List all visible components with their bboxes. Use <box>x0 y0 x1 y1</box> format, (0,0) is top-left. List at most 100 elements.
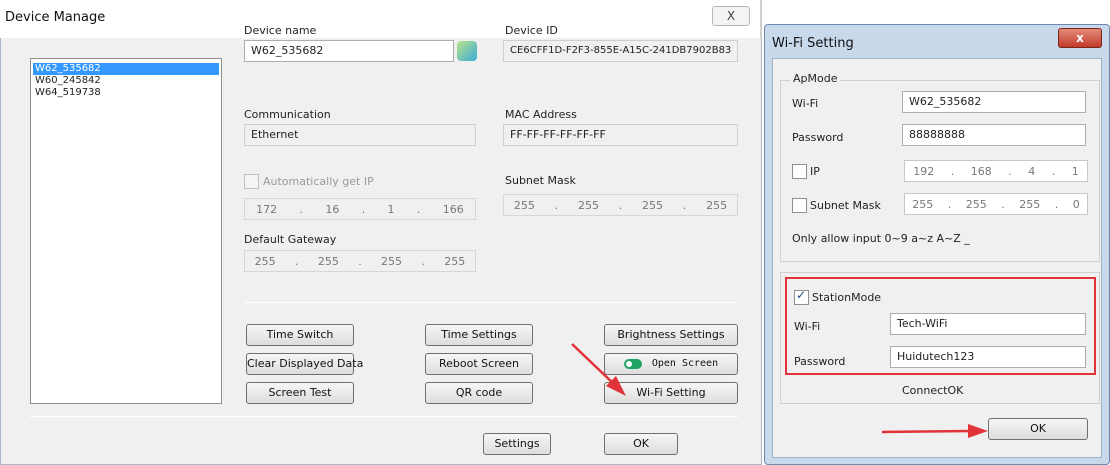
station-wifi-label: Wi-Fi <box>794 320 821 333</box>
device-manage-title: Device Manage <box>5 10 106 25</box>
window-edge <box>760 0 762 38</box>
ap-subnet-octet: 0 <box>1072 197 1080 211</box>
wifi-setting-title: Wi-Fi Setting <box>772 36 854 51</box>
wifi-setting-close-button[interactable]: x <box>1058 28 1102 48</box>
ap-subnet-label: Subnet Mask <box>810 199 881 212</box>
station-password-input[interactable]: Huidutech123 <box>890 346 1086 368</box>
reboot-screen-button[interactable]: Reboot Screen <box>425 353 533 375</box>
ip-dot: . <box>618 198 623 212</box>
ap-subnet-checkbox[interactable] <box>792 198 807 213</box>
ip-octet: 16 <box>325 202 340 216</box>
device-list-item[interactable]: W62_535682 <box>33 63 219 75</box>
ap-ip-octet: 4 <box>1028 164 1036 178</box>
ap-subnet-checkbox-row[interactable]: Subnet Mask <box>792 198 881 213</box>
ip-dot: . <box>421 254 425 268</box>
ap-wifi-label: Wi-Fi <box>792 97 819 110</box>
gateway-octet: 255 <box>444 254 466 268</box>
connection-status-text: ConnectOK <box>902 384 964 397</box>
annotation-arrow-icon <box>880 420 990 442</box>
default-gateway-label: Default Gateway <box>244 233 337 246</box>
ap-ip-checkbox-row[interactable]: IP <box>792 164 820 179</box>
subnet-octet: 255 <box>706 198 728 212</box>
ip-octet: 1 <box>387 202 395 216</box>
station-password-label: Password <box>794 355 846 368</box>
ip-octet: 166 <box>442 202 464 216</box>
device-manage-ok-button[interactable]: OK <box>604 433 678 455</box>
ip-dot: . <box>358 254 362 268</box>
separator <box>244 302 738 303</box>
device-name-label: Device name <box>244 24 317 37</box>
ap-subnet-octet: 255 <box>1019 197 1041 211</box>
auto-ip-checkbox-row[interactable]: Automatically get IP <box>244 174 374 189</box>
device-manage-close-button[interactable]: X <box>712 6 750 26</box>
ap-ip-label: IP <box>810 165 820 178</box>
subnet-octet: 255 <box>642 198 664 212</box>
screen-test-button[interactable]: Screen Test <box>246 382 354 404</box>
ap-wifi-input[interactable]: W62_535682 <box>902 91 1086 113</box>
subnet-octet: 255 <box>513 198 535 212</box>
ip-dot: . <box>1008 164 1012 178</box>
wifi-setting-ok-button[interactable]: OK <box>988 418 1088 440</box>
ip-dot: . <box>295 254 299 268</box>
ip-dot: . <box>682 198 687 212</box>
ip-dot: . <box>361 202 366 216</box>
device-list-item[interactable]: W60_245842 <box>33 75 101 87</box>
ap-subnet-octet: 255 <box>912 197 934 211</box>
close-icon: x <box>1076 31 1084 45</box>
ap-ip-octet: 192 <box>913 164 935 178</box>
ip-octet: 172 <box>256 202 278 216</box>
communication-label: Communication <box>244 108 331 121</box>
station-wifi-input[interactable]: Tech-WiFi <box>890 313 1086 335</box>
ip-dot: . <box>947 197 952 211</box>
input-hint-text: Only allow input 0~9 a~z A~Z _ <box>792 232 970 245</box>
ap-ip-octet: 1 <box>1071 164 1079 178</box>
auto-ip-checkbox[interactable] <box>244 174 259 189</box>
ip-dot: . <box>950 164 955 178</box>
ip-dot: . <box>299 202 304 216</box>
apmode-label: ApMode <box>790 72 841 85</box>
ip-dot: . <box>1054 197 1059 211</box>
qr-code-button[interactable]: QR code <box>425 382 533 404</box>
ip-dot: . <box>416 202 421 216</box>
time-settings-button[interactable]: Time Settings <box>425 324 533 346</box>
communication-field: Ethernet <box>244 124 476 146</box>
time-switch-button[interactable]: Time Switch <box>246 324 354 346</box>
ap-password-label: Password <box>792 131 844 144</box>
device-name-input[interactable]: W62_535682 <box>244 40 454 62</box>
default-gateway-field: 255. 255. 255. 255 <box>244 250 476 272</box>
ap-password-input[interactable]: 88888888 <box>902 124 1086 146</box>
stationmode-label: StationMode <box>812 291 882 304</box>
ap-ip-octet: 168 <box>970 164 992 178</box>
device-id-label: Device ID <box>505 24 558 37</box>
stationmode-checkbox[interactable] <box>794 288 809 305</box>
close-icon: X <box>726 9 736 23</box>
ap-ip-checkbox[interactable] <box>792 164 807 179</box>
ip-dot: . <box>554 198 559 212</box>
gateway-octet: 255 <box>254 254 276 268</box>
ap-subnet-field: 255. 255. 255. 0 <box>904 193 1088 215</box>
settings-button[interactable]: Settings <box>483 433 551 455</box>
bottom-separator <box>30 416 738 417</box>
clear-displayed-data-button[interactable]: Clear Displayed Data <box>246 353 363 375</box>
ip-dot: . <box>1051 164 1056 178</box>
open-screen-label: Open Screen <box>651 358 719 369</box>
gateway-octet: 255 <box>381 254 403 268</box>
ap-subnet-octet: 255 <box>965 197 987 211</box>
annotation-arrow-icon <box>570 342 630 397</box>
auto-ip-label: Automatically get IP <box>263 175 374 188</box>
ap-ip-field: 192. 168. 4. 1 <box>904 160 1088 182</box>
mac-address-field: FF-FF-FF-FF-FF-FF <box>503 124 738 146</box>
device-id-field: CE6CFF1D-F2F3-855E-A15C-241DB7902B83 <box>503 40 738 62</box>
device-manage-titlebar <box>0 0 760 38</box>
mac-address-label: MAC Address <box>505 108 577 121</box>
stationmode-checkbox-row[interactable]: StationMode <box>794 288 882 305</box>
refresh-icon[interactable] <box>457 41 477 61</box>
subnet-mask-field: 255. 255. 255. 255 <box>503 194 738 216</box>
subnet-octet: 255 <box>577 198 599 212</box>
device-list-item[interactable]: W64_519738 <box>33 87 101 99</box>
ip-dot: . <box>1001 197 1005 211</box>
device-list[interactable]: W62_535682 W60_245842 W64_519738 <box>30 58 222 404</box>
gateway-octet: 255 <box>317 254 339 268</box>
subnet-mask-label: Subnet Mask <box>505 174 576 187</box>
ip-address-field: 172. 16. 1. 166 <box>244 198 476 220</box>
